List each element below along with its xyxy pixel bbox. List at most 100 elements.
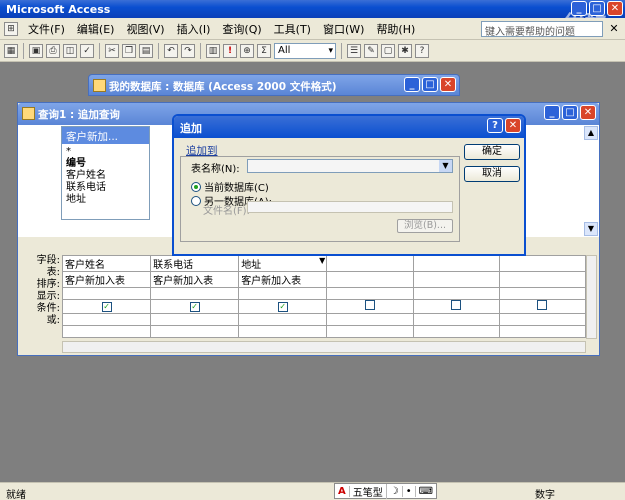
redo-icon[interactable]: ↷: [181, 43, 195, 58]
chevron-down-icon[interactable]: ▼: [319, 257, 325, 266]
close-button[interactable]: ✕: [607, 1, 623, 16]
grid-table-cell[interactable]: [498, 271, 587, 288]
grid-sort-cell[interactable]: [238, 287, 328, 300]
menu-tools[interactable]: 工具(T): [268, 19, 317, 39]
show-checkbox[interactable]: ✓: [189, 302, 200, 312]
table-field-list-title[interactable]: 客户新加...: [62, 127, 149, 144]
properties-icon[interactable]: ☰: [347, 43, 361, 58]
grid-or-cell[interactable]: [150, 325, 240, 338]
database-window[interactable]: 我的数据库 : 数据库 (Access 2000 文件格式) _ □ ✕: [88, 74, 460, 98]
database-window-titlebar[interactable]: 我的数据库 : 数据库 (Access 2000 文件格式) _ □ ✕: [88, 74, 460, 96]
view-icon[interactable]: ▦: [4, 43, 18, 58]
grid-sort-cell[interactable]: [61, 287, 152, 300]
field-item[interactable]: 地址: [66, 194, 145, 206]
menu-edit[interactable]: 编辑(E): [71, 19, 121, 39]
minimize-button[interactable]: _: [544, 105, 560, 120]
show-checkbox[interactable]: ✓: [277, 302, 288, 312]
grid-or-cell[interactable]: [498, 325, 587, 338]
show-checkbox[interactable]: ✓: [101, 302, 112, 312]
current-database-radio[interactable]: 当前数据库(C): [191, 179, 269, 194]
grid-field-cell[interactable]: [412, 255, 500, 272]
close-button[interactable]: ✕: [580, 105, 596, 120]
table-name-combobox[interactable]: ▼: [247, 159, 453, 173]
grid-table-cell[interactable]: [326, 271, 414, 288]
scroll-down-icon[interactable]: ▼: [584, 222, 598, 236]
cancel-button[interactable]: 取消: [464, 166, 520, 182]
grid-field-cell[interactable]: [326, 255, 414, 272]
keyboard-icon[interactable]: ⌨: [416, 486, 436, 497]
grid-field-cell[interactable]: 客户姓名: [61, 255, 152, 272]
spellcheck-icon[interactable]: ✓: [80, 43, 94, 58]
app-menu-icon[interactable]: ⊞: [4, 21, 18, 36]
grid-table-cell[interactable]: 客户新加入表: [150, 271, 240, 288]
maximize-button[interactable]: □: [422, 77, 438, 92]
minimize-button[interactable]: _: [404, 77, 420, 92]
help-icon[interactable]: ?: [415, 43, 429, 58]
append-dialog-titlebar[interactable]: 追加 ? ✕: [174, 116, 524, 138]
grid-criteria-cell[interactable]: [412, 313, 500, 326]
grid-or-cell[interactable]: [61, 325, 152, 338]
horizontal-scrollbar[interactable]: [62, 341, 586, 353]
ime-name[interactable]: 五笔型: [350, 483, 387, 499]
menu-file[interactable]: 文件(F): [22, 19, 71, 39]
menu-help[interactable]: 帮助(H): [370, 19, 421, 39]
scroll-up-icon[interactable]: ▲: [584, 126, 598, 140]
grid-criteria-cell[interactable]: [326, 313, 414, 326]
field-item[interactable]: 编号: [66, 158, 145, 170]
show-checkbox[interactable]: [451, 300, 462, 310]
undo-icon[interactable]: ↶: [164, 43, 178, 58]
new-object-icon[interactable]: ✱: [398, 43, 412, 58]
grid-sort-cell[interactable]: [412, 287, 500, 300]
show-table-icon[interactable]: ⊕: [240, 43, 254, 58]
maximize-button[interactable]: □: [562, 105, 578, 120]
field-item[interactable]: 联系电话: [66, 182, 145, 194]
grid-sort-cell[interactable]: [498, 287, 587, 300]
build-icon[interactable]: ✎: [364, 43, 378, 58]
preview-icon[interactable]: ◫: [63, 43, 77, 58]
browse-button[interactable]: 浏览(B)...: [397, 219, 453, 233]
help-search-input[interactable]: 键入需要帮助的问题: [481, 21, 603, 38]
close-icon[interactable]: ✕: [607, 22, 621, 36]
help-button[interactable]: ?: [487, 118, 503, 133]
field-item[interactable]: *: [66, 146, 145, 158]
close-button[interactable]: ✕: [440, 77, 456, 92]
top-values-select[interactable]: All: [274, 42, 336, 59]
query-type-icon[interactable]: ▥: [206, 43, 220, 58]
database-window-icon[interactable]: ▢: [381, 43, 395, 58]
print-icon[interactable]: ⎙: [46, 43, 60, 58]
grid-criteria-cell[interactable]: [150, 313, 240, 326]
grid-field-cell[interactable]: [498, 255, 587, 272]
field-item[interactable]: 客户姓名: [66, 170, 145, 182]
moon-icon[interactable]: ☽: [387, 485, 403, 497]
grid-or-cell[interactable]: [238, 325, 328, 338]
grid-or-cell[interactable]: [412, 325, 500, 338]
cut-icon[interactable]: ✂: [105, 43, 119, 58]
ime-mode-icon[interactable]: A: [335, 485, 350, 497]
totals-icon[interactable]: Σ: [257, 43, 271, 58]
grid-table-cell[interactable]: 客户新加入表: [61, 271, 152, 288]
save-icon[interactable]: ▣: [29, 43, 43, 58]
minimize-button[interactable]: _: [571, 1, 587, 16]
menu-query[interactable]: 查询(Q): [216, 19, 267, 39]
grid-sort-cell[interactable]: [150, 287, 240, 300]
grid-or-cell[interactable]: [326, 325, 414, 338]
punctuation-icon[interactable]: •: [403, 485, 416, 497]
grid-criteria-cell[interactable]: [238, 313, 328, 326]
menu-window[interactable]: 窗口(W): [317, 19, 370, 39]
restore-button[interactable]: □: [589, 1, 605, 16]
vertical-scrollbar[interactable]: [586, 255, 597, 339]
menu-insert[interactable]: 插入(I): [171, 19, 217, 39]
grid-sort-cell[interactable]: [326, 287, 414, 300]
grid-criteria-cell[interactable]: [61, 313, 152, 326]
ok-button[interactable]: 确定: [464, 144, 520, 160]
copy-icon[interactable]: ❐: [122, 43, 136, 58]
grid-field-cell[interactable]: 联系电话: [150, 255, 240, 272]
show-checkbox[interactable]: [537, 300, 548, 310]
run-icon[interactable]: !: [223, 43, 237, 58]
show-checkbox[interactable]: [364, 300, 375, 310]
grid-table-cell[interactable]: [412, 271, 500, 288]
menu-view[interactable]: 视图(V): [120, 19, 170, 39]
grid-field-cell[interactable]: 地址 ▼: [238, 255, 328, 272]
grid-criteria-cell[interactable]: [498, 313, 587, 326]
chevron-down-icon[interactable]: ▼: [439, 160, 452, 172]
